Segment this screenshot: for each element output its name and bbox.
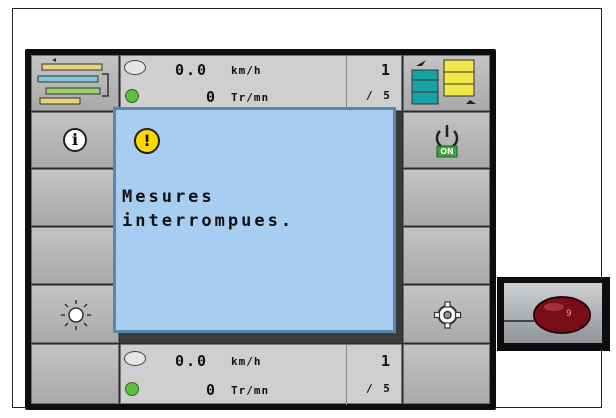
power-on-badge: ON [440,147,454,156]
gear-icon [433,301,462,329]
info-button[interactable]: i [31,112,119,168]
rotary-knob-inset: 9 [497,277,610,351]
right-softkey-3[interactable] [403,227,490,284]
left-softkey-3[interactable] [31,227,119,284]
right-softkey-2[interactable] [403,169,490,226]
bottom-status-panel: 0.0 km/h 0 Tr/mn 1 / 5 [120,344,402,405]
power-icon [435,125,459,158]
top-speed-value: 0.0 [175,61,209,79]
settings-button[interactable] [403,285,490,343]
bottom-rpm-value: 0 [206,381,218,399]
top-rpm-unit: Tr/mn [231,91,270,104]
rotary-knob-panel: 9 [504,283,602,343]
top-rpm-value: 0 [206,88,218,106]
alert-message-line2: interrompues. [122,211,295,231]
wheel-sensor-icon [125,89,139,103]
bottom-count-value: 1 [381,352,391,370]
terminal-screen: 0.0 km/h 0 Tr/mn 1 / 5 i ON 0.0 km/h 0 T… [25,49,496,410]
left-softkey-2[interactable] [31,169,119,226]
section-switch-icon [411,59,476,105]
bottom-speed-unit: km/h [231,355,262,368]
rotary-knob-number: 9 [566,309,572,319]
bottom-left-softkey[interactable] [31,344,119,404]
speedometer-icon [124,351,146,366]
section-control-button[interactable] [31,55,119,111]
brightness-button[interactable] [31,285,119,343]
top-count-value: 1 [381,61,391,79]
bottom-speed-value: 0.0 [175,352,209,370]
bottom-right-softkey[interactable] [403,344,490,404]
bottom-count-sub: / 5 [366,382,392,395]
section-control-icon [37,58,109,105]
power-on-button[interactable]: ON [403,112,490,168]
bottom-rpm-unit: Tr/mn [231,384,270,397]
alert-message: Mesures interrompues. [122,185,392,233]
top-speed-unit: km/h [231,64,262,77]
speedometer-icon [124,60,146,75]
section-switch-button[interactable] [403,55,490,111]
brightness-icon [61,300,91,330]
top-count-sub: / 5 [366,89,392,102]
warning-icon: ! [134,128,160,154]
info-icon: i [63,128,87,152]
rotary-knob-icon[interactable] [504,283,602,343]
alert-dialog: ! Mesures interrompues. [113,107,396,333]
alert-message-line1: Mesures [122,187,215,207]
top-status-panel: 0.0 km/h 0 Tr/mn 1 / 5 [120,55,402,112]
wheel-sensor-icon [125,382,139,396]
